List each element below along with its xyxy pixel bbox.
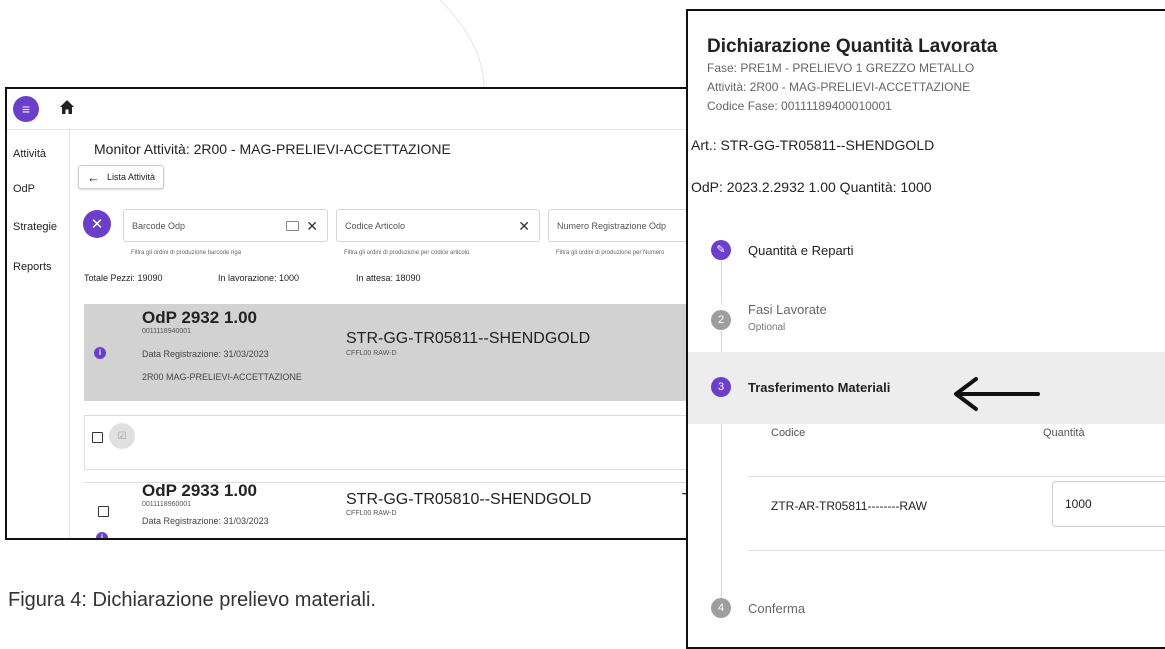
info-icon[interactable]: i bbox=[96, 532, 108, 538]
step-2-label[interactable]: Fasi Lavorate bbox=[748, 302, 827, 317]
select-all-checkbox[interactable] bbox=[92, 432, 103, 443]
declaration-dialog: Dichiarazione Quantità Lavorata Fase: PR… bbox=[686, 9, 1165, 649]
dialog-odp-quantity: OdP: 2023.2.2932 1.00 Quantità: 1000 bbox=[691, 179, 932, 195]
column-header-codice: Codice bbox=[771, 427, 806, 439]
monitor-screenshot: ≡ Attività OdP Strategie Reports Monitor… bbox=[5, 87, 688, 540]
step-2-number[interactable]: 2 bbox=[711, 310, 731, 330]
row-divider bbox=[748, 476, 1165, 477]
numero-hint: Filtra gli ordini di produzione per Nume… bbox=[556, 250, 665, 256]
article-sub: CFFL00 RAW-D bbox=[346, 510, 397, 517]
figure-caption: Figura 4: Dichiarazione prelievo materia… bbox=[8, 589, 376, 611]
sidebar: Attività OdP Strategie Reports bbox=[7, 130, 70, 538]
hamburger-icon: ≡ bbox=[21, 101, 31, 117]
article-sub: CFFL00 RAW-D bbox=[346, 350, 397, 357]
step-3-label[interactable]: Trasferimento Materiali bbox=[748, 380, 890, 395]
menu-button[interactable]: ≡ bbox=[13, 96, 39, 122]
column-header-quantita: Quantità bbox=[1043, 427, 1085, 439]
step-1-edit-icon[interactable]: ✎ bbox=[711, 240, 731, 260]
material-code: ZTR-AR-TR05811--------RAW bbox=[771, 499, 927, 513]
info-icon[interactable]: i bbox=[94, 347, 106, 359]
odp-checkbox[interactable] bbox=[98, 506, 109, 517]
stepper-connector bbox=[721, 403, 722, 599]
close-icon: ✕ bbox=[90, 216, 104, 233]
dialog-fase: Fase: PRE1M - PRELIEVO 1 GREZZO METALLO bbox=[707, 61, 975, 75]
clear-articolo-icon[interactable]: ✕ bbox=[518, 218, 530, 235]
step-1-label[interactable]: Quantità e Reparti bbox=[748, 243, 854, 258]
odp-code: 0011118960001 bbox=[142, 501, 192, 508]
barcode-odp-input[interactable]: Barcode Odp ✕ bbox=[123, 209, 328, 242]
bulk-checklist-icon[interactable]: ☑ bbox=[109, 423, 135, 449]
waiting-count: In attesa: 18090 bbox=[356, 273, 421, 283]
sidebar-item-odp[interactable]: OdP bbox=[13, 183, 35, 195]
arrow-left-annotation-icon bbox=[954, 377, 1040, 411]
sidebar-item-reports[interactable]: Reports bbox=[13, 261, 52, 273]
total-pieces: Totale Pezzi: 19090 bbox=[84, 273, 163, 283]
quantity-input[interactable] bbox=[1052, 481, 1165, 527]
dialog-title: Dichiarazione Quantità Lavorata bbox=[707, 36, 998, 57]
registration-date: Data Registrazione: 31/03/2023 bbox=[142, 349, 269, 359]
article-code: STR-GG-TR05811--SHENDGOLD bbox=[346, 330, 591, 347]
bulk-action-bar: ☑ bbox=[84, 415, 686, 470]
odp-number: OdP 2933 1.00 bbox=[142, 481, 257, 500]
step-4-number[interactable]: 4 bbox=[711, 598, 731, 618]
odp-card-selected[interactable]: OdP 2932 1.00 0011118940001 i Data Regis… bbox=[84, 304, 686, 401]
articolo-hint: Filtra gli ordini di produzione per codi… bbox=[344, 250, 470, 256]
back-to-activities-button[interactable]: ← Lista Attività bbox=[78, 165, 165, 189]
top-bar: ≡ bbox=[7, 89, 686, 130]
article-code: STR-GG-TR05810--SHENDGOLD bbox=[346, 491, 592, 508]
codice-articolo-placeholder: Codice Articolo bbox=[345, 221, 406, 231]
odp-phase: 2R00 MAG-PRELIEVI-ACCETTAZIONE bbox=[142, 372, 302, 382]
home-icon[interactable] bbox=[59, 99, 75, 115]
numero-registrazione-input[interactable]: Numero Registrazione Odp bbox=[548, 209, 686, 242]
registration-date: Data Registrazione: 31/03/2023 bbox=[142, 516, 269, 526]
main-content: Monitor Attività: 2R00 - MAG-PRELIEVI-AC… bbox=[70, 130, 686, 538]
stepper-connector bbox=[721, 261, 722, 303]
keyboard-icon[interactable] bbox=[286, 221, 299, 231]
arrow-left-icon: ← bbox=[87, 169, 100, 185]
odp-code: 0011118940001 bbox=[142, 328, 192, 335]
dialog-article: Art.: STR-GG-TR05811--SHENDGOLD bbox=[691, 137, 935, 153]
step-4-label[interactable]: Conferma bbox=[748, 601, 805, 616]
barcode-hint: Filtra gli ordini di produzione barcode … bbox=[131, 250, 242, 256]
sidebar-item-strategie[interactable]: Strategie bbox=[13, 221, 57, 233]
clear-barcode-icon[interactable]: ✕ bbox=[306, 218, 318, 235]
odp-card[interactable]: OdP 2933 1.00 0011118960001 Data Registr… bbox=[84, 481, 686, 538]
row-divider bbox=[748, 550, 1165, 551]
numero-registrazione-placeholder: Numero Registrazione Odp bbox=[557, 221, 667, 231]
in-progress-count: In lavorazione: 1000 bbox=[218, 273, 300, 283]
odp-number: OdP 2932 1.00 bbox=[142, 308, 257, 327]
step-2-optional: Optional bbox=[748, 322, 786, 333]
barcode-odp-placeholder: Barcode Odp bbox=[132, 221, 186, 231]
page-title: Monitor Attività: 2R00 - MAG-PRELIEVI-AC… bbox=[94, 141, 451, 157]
codice-articolo-input[interactable]: Codice Articolo ✕ bbox=[336, 209, 540, 242]
sidebar-item-attivita[interactable]: Attività bbox=[13, 148, 46, 160]
step-3-number[interactable]: 3 bbox=[711, 377, 731, 397]
close-filters-button[interactable]: ✕ bbox=[83, 210, 111, 238]
dialog-attivita: Attività: 2R00 - MAG-PRELIEVI-ACCETTAZIO… bbox=[707, 80, 971, 94]
back-button-label: Lista Attività bbox=[107, 172, 156, 182]
dialog-codice-fase: Codice Fase: 00111189400010001 bbox=[707, 99, 892, 113]
